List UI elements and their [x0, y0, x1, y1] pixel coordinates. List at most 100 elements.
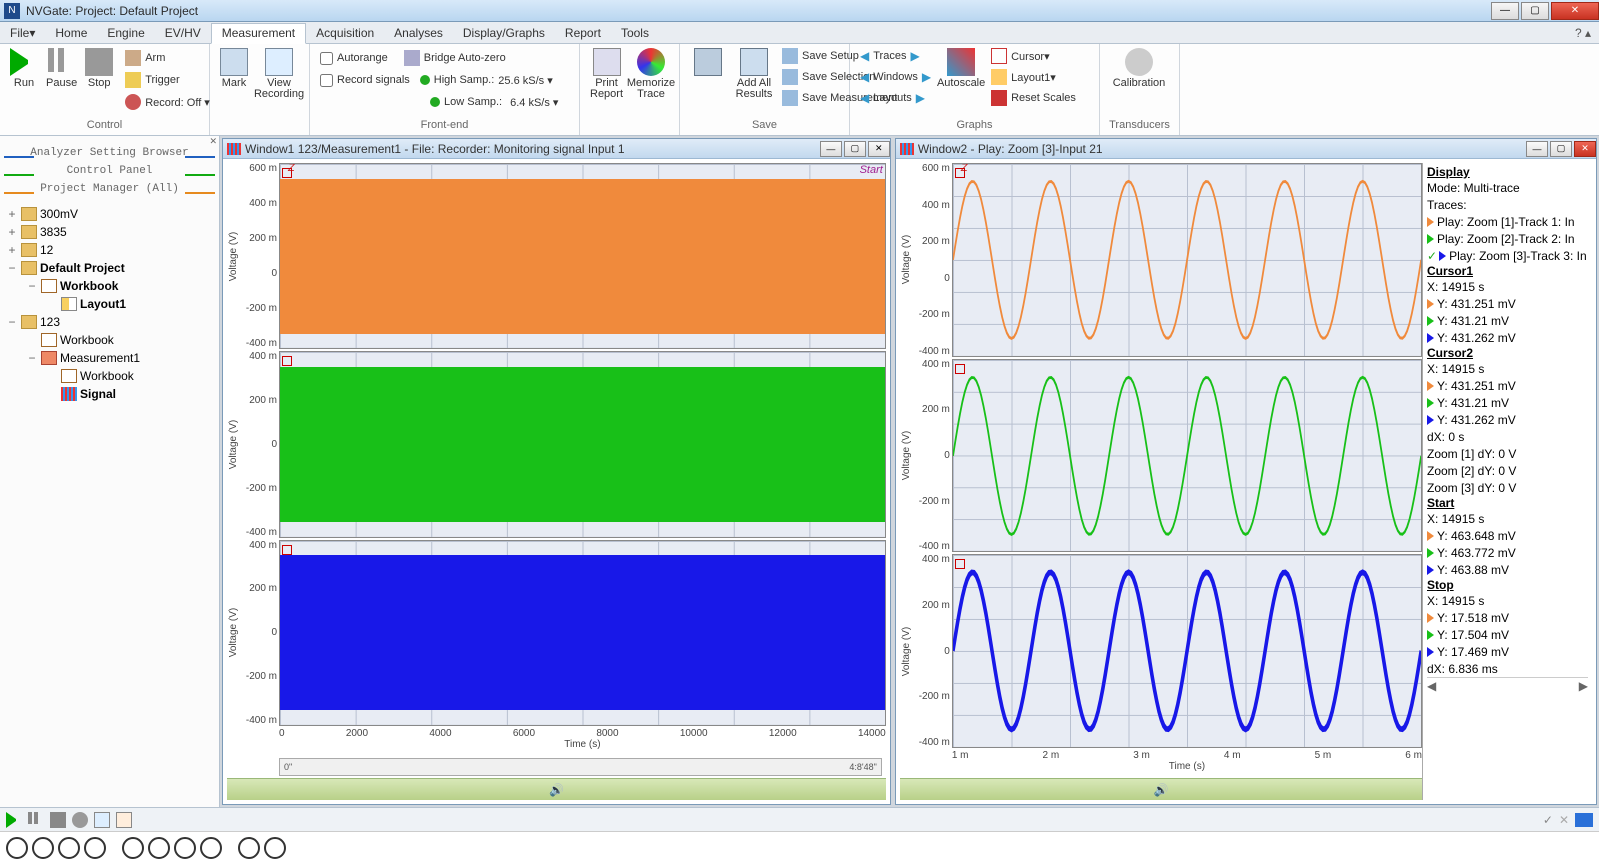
tree-node[interactable]: +300mV — [2, 205, 217, 223]
menu-acquisition[interactable]: Acquisition — [306, 22, 384, 43]
y-axis-label: Voltage (V) — [901, 626, 912, 675]
status-monitor-icon — [1575, 813, 1593, 827]
knob[interactable] — [122, 837, 144, 859]
reset-scales-button[interactable]: Reset Scales — [987, 88, 1080, 108]
menu-home[interactable]: Home — [45, 22, 97, 43]
tree-node[interactable]: Workbook — [2, 331, 217, 349]
tree-node[interactable]: Workbook — [2, 367, 217, 385]
status-play-icon[interactable] — [6, 812, 22, 828]
record-signals-checkbox[interactable]: Record signals High Samp.:25.6 kS/s ▾ — [316, 70, 557, 90]
status-pause-icon[interactable] — [28, 812, 44, 828]
cursor-marker[interactable] — [282, 545, 292, 555]
knob[interactable] — [58, 837, 80, 859]
menu-report[interactable]: Report — [555, 22, 611, 43]
tree-node[interactable]: +12 — [2, 241, 217, 259]
knob[interactable] — [32, 837, 54, 859]
win-minimize[interactable]: — — [820, 141, 842, 157]
win-maximize[interactable]: ▢ — [1550, 141, 1572, 157]
traces-button[interactable]: ◀Traces▶ — [856, 46, 935, 66]
chart[interactable]: Voltage (V) 600 m400 m200 m0-200 m-400 m… — [227, 163, 886, 349]
menu-evhv[interactable]: EV/HV — [155, 22, 211, 43]
maximize-button[interactable]: ▢ — [1521, 2, 1549, 20]
help-button[interactable]: ? ▴ — [1567, 26, 1599, 40]
status-record-icon[interactable] — [72, 812, 88, 828]
layouts-button[interactable]: ◀Layouts▶ — [856, 88, 935, 108]
win-close[interactable]: ✕ — [1574, 141, 1596, 157]
windows-button[interactable]: ◀Windows▶ — [856, 67, 935, 87]
print-report-button[interactable]: Print Report — [586, 46, 627, 102]
tree-twisty[interactable]: − — [6, 315, 18, 329]
menu-tools[interactable]: Tools — [611, 22, 659, 43]
menu-file[interactable]: File▾ — [0, 22, 45, 43]
pane-header[interactable]: Analyzer Setting Browser — [0, 147, 219, 165]
tree-twisty[interactable]: + — [6, 225, 18, 239]
audio-bar[interactable]: 🔊 — [900, 778, 1422, 800]
cursor-marker[interactable] — [955, 168, 965, 178]
time-strip[interactable]: 0" 4:8'48" — [279, 758, 882, 776]
minimize-button[interactable]: — — [1491, 2, 1519, 20]
knob[interactable] — [84, 837, 106, 859]
knob[interactable] — [6, 837, 28, 859]
tree-twisty[interactable]: − — [26, 279, 38, 293]
win-close[interactable]: ✕ — [868, 141, 890, 157]
stop-button[interactable]: Stop — [81, 46, 117, 91]
chart[interactable]: Voltage (V) 600 m400 m200 m0-200 m-400 m… — [900, 163, 1422, 357]
tree-twisty[interactable]: − — [26, 351, 38, 365]
pause-button[interactable]: Pause — [42, 46, 81, 91]
save-button[interactable] — [686, 46, 730, 102]
menu-analyses[interactable]: Analyses — [384, 22, 453, 43]
run-button[interactable]: Run — [6, 46, 42, 91]
tree-twisty[interactable]: + — [6, 207, 18, 221]
chart[interactable]: Voltage (V) 400 m200 m0-200 m-400 m — [900, 554, 1422, 748]
layout-dropdown[interactable]: Layout1▾ — [987, 67, 1080, 87]
chart[interactable]: Voltage (V) 400 m200 m0-200 m-400 m — [227, 351, 886, 537]
cursor-marker[interactable] — [282, 168, 292, 178]
tree-twisty[interactable]: + — [6, 243, 18, 257]
tree-node[interactable]: Signal — [2, 385, 217, 403]
menu-engine[interactable]: Engine — [97, 22, 154, 43]
view-recording-button[interactable]: View Recording — [252, 46, 306, 102]
mark-button[interactable]: Mark — [216, 46, 252, 91]
menu-displaygraphs[interactable]: Display/Graphs — [453, 22, 555, 43]
cursor-dropdown[interactable]: Cursor▾ — [987, 46, 1080, 66]
tree-node[interactable]: −123 — [2, 313, 217, 331]
cursor-marker[interactable] — [955, 364, 965, 374]
knob[interactable] — [148, 837, 170, 859]
chart[interactable]: Voltage (V) 400 m200 m0-200 m-400 m — [900, 359, 1422, 553]
close-button[interactable]: ✕ — [1551, 2, 1599, 20]
status-copy-icon[interactable] — [94, 812, 110, 828]
tree-node[interactable]: Layout1 — [2, 295, 217, 313]
knob[interactable] — [264, 837, 286, 859]
bridge-button[interactable]: Bridge Auto-zero — [400, 48, 510, 68]
calibration-button[interactable]: Calibration — [1106, 46, 1172, 91]
project-tree[interactable]: +300mV+3835+12−Default Project−WorkbookL… — [0, 201, 219, 807]
menubar: File▾HomeEngineEV/HVMeasurementAcquisiti… — [0, 22, 1599, 44]
trigger-button[interactable]: Trigger — [121, 70, 214, 90]
knob[interactable] — [200, 837, 222, 859]
chart[interactable]: Voltage (V) 400 m200 m0-200 m-400 m — [227, 540, 886, 726]
win-minimize[interactable]: — — [1526, 141, 1548, 157]
pane-header[interactable]: Project Manager (All) — [0, 183, 219, 201]
add-all-results-button[interactable]: Add All Results — [730, 46, 778, 102]
audio-bar[interactable]: 🔊 — [227, 778, 886, 800]
tree-node[interactable]: −Workbook — [2, 277, 217, 295]
status-layout-icon[interactable] — [116, 812, 132, 828]
tree-twisty[interactable]: − — [6, 261, 18, 275]
cursor-marker[interactable] — [282, 356, 292, 366]
pane-header[interactable]: Control Panel — [0, 165, 219, 183]
titlebar: N NVGate: Project: Default Project — ▢ ✕ — [0, 0, 1599, 22]
knob[interactable] — [174, 837, 196, 859]
arm-button[interactable]: Arm — [121, 48, 214, 68]
memorize-trace-button[interactable]: Memorize Trace — [627, 46, 675, 102]
menu-measurement[interactable]: Measurement — [211, 23, 306, 44]
tree-node[interactable]: −Default Project — [2, 259, 217, 277]
tree-node[interactable]: −Measurement1 — [2, 349, 217, 367]
cursor-marker[interactable] — [955, 559, 965, 569]
knob[interactable] — [238, 837, 260, 859]
autorange-checkbox[interactable]: Autorange — [316, 48, 392, 68]
record-dropdown[interactable]: Record: Off ▾ — [121, 92, 214, 112]
autoscale-button[interactable]: Autoscale — [935, 46, 987, 91]
status-stop-icon[interactable] — [50, 812, 66, 828]
win-maximize[interactable]: ▢ — [844, 141, 866, 157]
tree-node[interactable]: +3835 — [2, 223, 217, 241]
